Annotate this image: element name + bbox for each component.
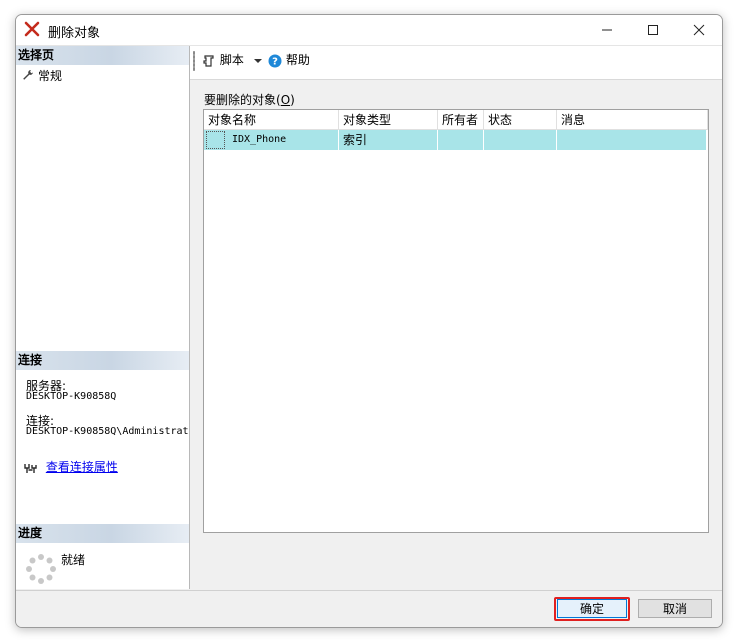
- view-connection-properties-link[interactable]: 查看连接属性: [46, 460, 118, 474]
- toolbar-grip[interactable]: [193, 51, 195, 71]
- dropdown-arrow-icon: [248, 53, 262, 67]
- connection-value: DESKTOP-K90858Q\Administrat: [26, 426, 188, 437]
- title-bar: 删除对象: [16, 15, 722, 46]
- progress-spinner-icon: [25, 553, 57, 585]
- objects-label-suffix: ): [290, 93, 295, 107]
- table-row[interactable]: IDX_Phone 索引: [204, 130, 707, 150]
- column-header-status[interactable]: 状态: [484, 110, 557, 130]
- cancel-button[interactable]: 取消: [638, 599, 712, 618]
- cell-object-name: IDX_Phone: [228, 130, 339, 150]
- select-page-header: 选择页: [16, 46, 189, 65]
- cell-object-type: 索引: [339, 130, 438, 150]
- script-icon: [202, 53, 220, 67]
- grid-header: 对象名称 对象类型 所有者 状态 消息: [204, 110, 708, 130]
- toolbar: 脚本 ? 帮助: [190, 46, 722, 80]
- progress-status: 就绪: [61, 553, 86, 567]
- wrench-icon: [22, 69, 34, 85]
- help-button[interactable]: ? 帮助: [268, 50, 310, 70]
- ok-button[interactable]: 确定: [557, 599, 627, 618]
- nav-item-general[interactable]: 常规: [22, 68, 62, 84]
- objects-grid[interactable]: 对象名称 对象类型 所有者 状态 消息 IDX_Phone 索引: [203, 109, 709, 533]
- objects-label-accelerator: O: [280, 93, 291, 107]
- column-header-type[interactable]: 对象类型: [339, 110, 438, 130]
- objects-label-prefix: 要删除的对象(: [204, 93, 281, 107]
- left-pane: 选择页 常规 连接 服务器: DESKTOP-K90858Q 连接: DESKT…: [16, 46, 190, 589]
- close-button[interactable]: [676, 15, 722, 45]
- column-header-message[interactable]: 消息: [557, 110, 708, 130]
- help-icon: ?: [268, 53, 286, 67]
- cell-status: [484, 130, 557, 150]
- svg-text:?: ?: [272, 56, 278, 67]
- nav-item-label: 常规: [38, 69, 63, 83]
- server-value: DESKTOP-K90858Q: [26, 391, 117, 402]
- view-connection-row: 查看连接属性: [24, 459, 118, 475]
- help-label: 帮助: [285, 53, 310, 67]
- button-bar: 确定 取消: [16, 590, 722, 627]
- minimize-button[interactable]: [584, 15, 630, 45]
- maximize-button[interactable]: [630, 15, 676, 45]
- script-label: 脚本: [219, 53, 244, 67]
- row-select-cell[interactable]: [206, 131, 225, 149]
- delete-x-icon: [24, 21, 40, 37]
- column-header-owner[interactable]: 所有者: [438, 110, 484, 130]
- right-pane: 脚本 ? 帮助 要删除的对象(O) 对象名称 对象类型 所有者 状态 消息 ID…: [190, 46, 722, 589]
- window-title: 删除对象: [48, 26, 101, 41]
- connection-plug-icon: [24, 460, 42, 474]
- connection-header: 连接: [16, 351, 189, 370]
- script-dropdown-button[interactable]: 脚本: [202, 50, 262, 70]
- column-header-name[interactable]: 对象名称: [204, 110, 339, 130]
- cell-owner: [438, 130, 484, 150]
- cell-message: [557, 130, 707, 150]
- progress-header: 进度: [16, 524, 189, 543]
- objects-to-delete-label: 要删除的对象(O): [204, 91, 295, 108]
- delete-object-dialog: 删除对象 选择页 常规 连接 服务器: DESKTOP-K90858Q 连接: …: [15, 14, 723, 628]
